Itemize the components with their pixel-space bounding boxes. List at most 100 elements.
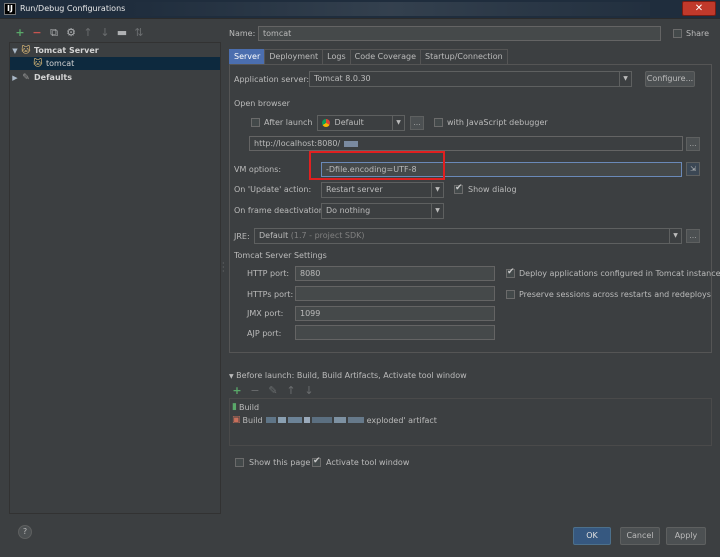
tomcat-icon: 🐱 [33,58,43,69]
chevron-down-icon: ▼ [619,72,631,86]
build-icon: ▮ [232,402,237,412]
after-launch-checkbox[interactable] [251,118,260,127]
redacted-artifact-name [265,416,365,425]
https-port-input[interactable] [295,286,495,301]
on-update-value: Restart server [326,185,383,194]
on-frame-select[interactable]: Do nothing ▼ [321,203,444,219]
remove-task-icon[interactable]: − [249,385,261,397]
edit-defaults-icon[interactable]: ⚙ [65,27,77,39]
http-port-input[interactable]: 8080 [295,266,495,281]
show-page-label: Show this page [249,458,311,467]
tree-item-label: tomcat [46,59,75,68]
before-launch-toggle[interactable]: ▼ Before launch: Build, Build Artifacts,… [229,371,467,380]
chevron-down-icon: ▼ [392,116,404,130]
tree-item-defaults[interactable]: ▶ ✎ Defaults [10,71,220,84]
chrome-icon [322,118,330,127]
remove-icon[interactable]: − [31,27,43,39]
expand-field-button[interactable]: ⇲ [686,162,700,176]
js-debugger-checkbox[interactable] [434,118,443,127]
jmx-port-label: JMX port: [247,309,284,318]
cancel-button[interactable]: Cancel [620,527,660,545]
url-input[interactable]: http://localhost:8080/ [249,136,683,151]
move-down-icon[interactable]: ↓ [99,27,111,39]
browser-more-button[interactable]: … [410,116,424,130]
name-input[interactable]: tomcat [258,26,661,41]
apply-button[interactable]: Apply [666,527,706,545]
share-checkbox[interactable] [673,29,682,38]
tab-code-coverage[interactable]: Code Coverage [349,49,421,64]
tab-startup-connection[interactable]: Startup/Connection [420,49,508,64]
url-value: http://localhost:8080/ [254,139,341,148]
https-port-label: HTTPs port: [247,290,294,299]
activate-tool-checkbox[interactable] [312,456,321,467]
chevron-down-icon: ▼ [229,373,234,380]
ajp-port-input[interactable] [295,325,495,340]
highlight-annotation-box [309,151,445,180]
on-frame-value: Do nothing [326,206,371,215]
edit-task-icon[interactable]: ✎ [267,385,279,397]
collapse-arrow-icon[interactable]: ▶ [10,74,20,82]
app-server-label: Application server: [234,75,310,84]
after-launch-label: After launch [264,118,313,127]
app-server-value: Tomcat 8.0.30 [314,74,371,83]
deploy-apps-label: Deploy applications configured in Tomcat… [519,269,720,278]
move-task-up-icon[interactable]: ↑ [285,385,297,397]
before-launch-toolbar: + − ✎ ↑ ↓ [231,385,315,397]
browser-value: Default [334,118,364,127]
tab-deployment[interactable]: Deployment [264,49,324,64]
browser-select[interactable]: Default ▼ [317,115,405,131]
ok-button[interactable]: OK [573,527,611,545]
deploy-apps-checkbox[interactable] [506,267,515,278]
before-launch-list: ▮ Build ▣ Build exploded' artifact [229,398,712,446]
on-update-select[interactable]: Restart server ▼ [321,182,444,198]
jre-hint: (1.7 - project SDK) [290,231,365,240]
chevron-down-icon: ▼ [431,183,443,197]
show-page-checkbox[interactable] [235,458,244,467]
jre-value: Default [259,231,289,240]
jre-more-button[interactable]: … [686,229,700,243]
jre-label: JRE: [234,232,250,241]
tab-logs[interactable]: Logs [322,49,351,64]
preserve-sessions-label: Preserve sessions across restarts and re… [519,290,711,299]
name-label: Name: [229,29,256,38]
chevron-down-icon: ▼ [669,229,681,243]
on-frame-label: On frame deactivation: [234,206,327,215]
http-port-label: HTTP port: [247,269,290,278]
show-dialog-label: Show dialog [468,185,517,194]
before-launch-label: Before launch: Build, Build Artifacts, A… [236,371,467,380]
close-window-button[interactable]: ✕ [682,1,716,16]
url-more-button[interactable]: … [686,137,700,151]
list-item[interactable]: ▮ Build [232,402,259,412]
folder-icon[interactable]: ▬ [116,27,128,39]
copy-icon[interactable]: ⧉ [48,27,60,39]
show-dialog-checkbox[interactable] [454,183,463,194]
app-server-select[interactable]: Tomcat 8.0.30 ▼ [309,71,632,87]
tree-item-tomcat[interactable]: 🐱 tomcat [10,57,220,70]
help-button[interactable]: ? [18,525,32,539]
artifact-icon: ▣ [232,415,241,425]
tree-item-label: Tomcat Server [34,46,99,55]
add-task-icon[interactable]: + [231,385,243,397]
tab-server[interactable]: Server [229,49,266,64]
vm-options-label: VM options: [234,165,282,174]
ajp-port-label: AJP port: [247,329,282,338]
task-label-suffix: exploded' artifact [366,415,437,425]
splitter-handle[interactable]: · · · [222,260,226,276]
list-item[interactable]: ▣ Build exploded' artifact [232,415,437,425]
share-label: Share [686,29,710,38]
jmx-port-input[interactable]: 1099 [295,306,495,321]
chevron-down-icon: ▼ [431,204,443,218]
tree-item-tomcat-server[interactable]: ▼ 🐱 Tomcat Server [10,44,220,57]
add-icon[interactable]: + [14,27,26,39]
task-label-prefix: Build [242,415,263,425]
move-up-icon[interactable]: ↑ [82,27,94,39]
jre-select[interactable]: Default (1.7 - project SDK) ▼ [254,228,682,244]
tomcat-icon: 🐱 [21,45,31,56]
tree-item-label: Defaults [34,73,72,82]
configure-button[interactable]: Configure... [645,71,695,87]
sort-icon[interactable]: ⇅ [133,27,145,39]
preserve-sessions-checkbox[interactable] [506,290,515,299]
configurations-tree: ▼ 🐱 Tomcat Server 🐱 tomcat ▶ ✎ Defaults [9,42,221,514]
expand-arrow-icon[interactable]: ▼ [10,47,20,55]
move-task-down-icon[interactable]: ↓ [303,385,315,397]
